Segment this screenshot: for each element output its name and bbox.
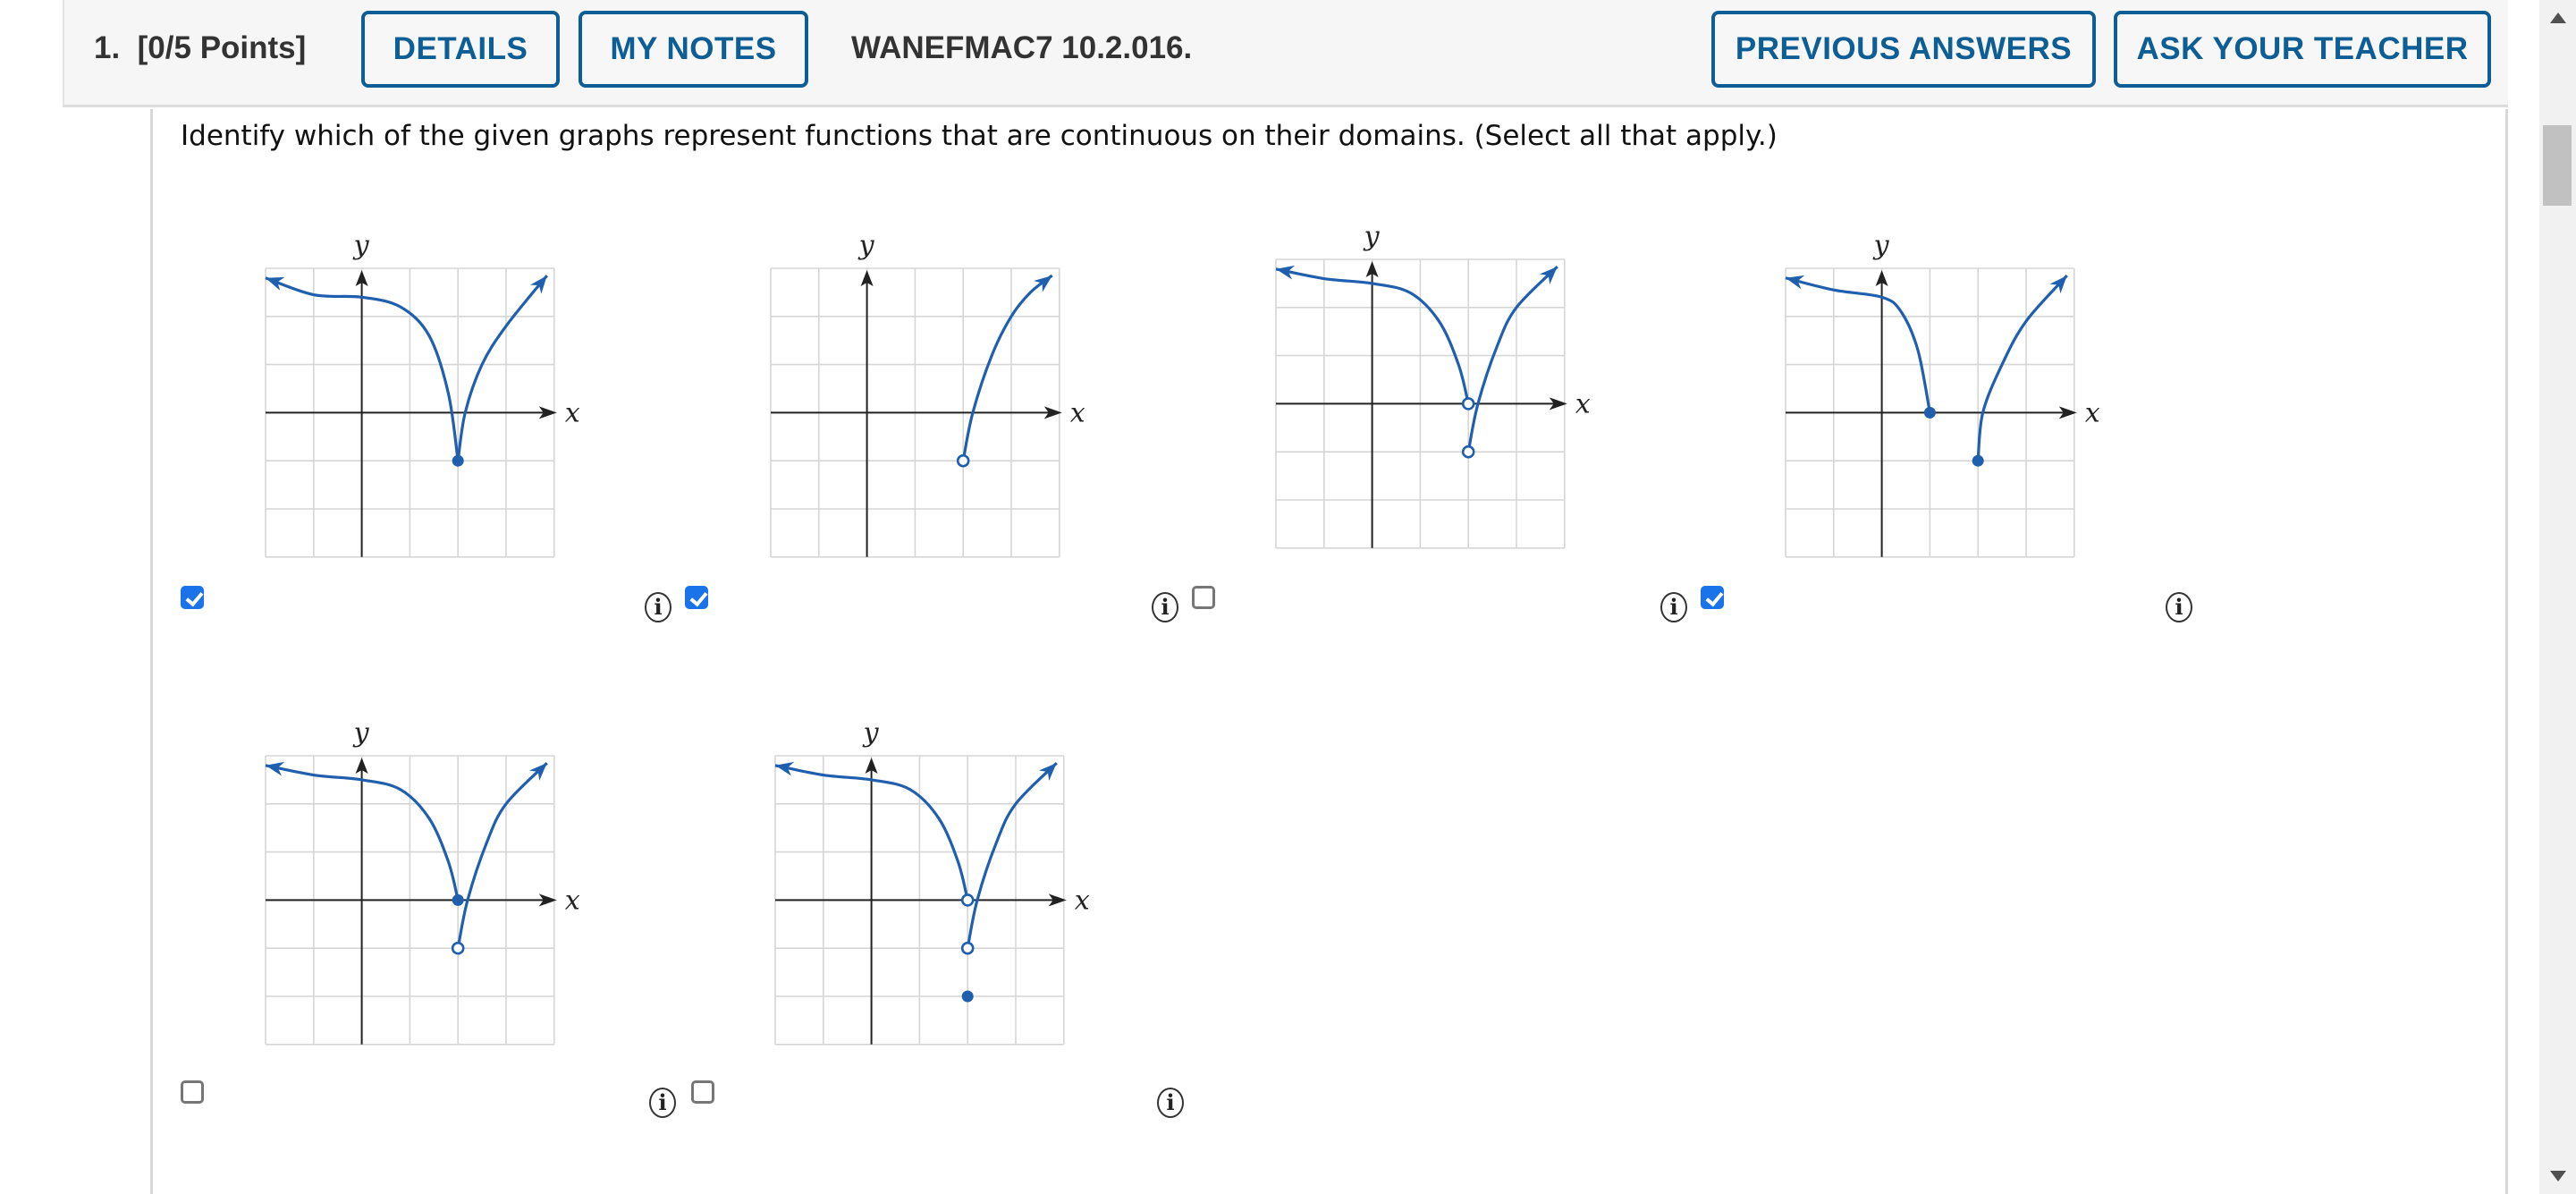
x-axis-label: x [2085, 397, 2100, 428]
open-point [1461, 445, 1475, 459]
details-button[interactable]: DETAILS [361, 11, 560, 88]
function-curve [1785, 276, 1931, 413]
graph-4: xy [1785, 230, 2100, 558]
graph-5: xy [265, 717, 580, 1046]
graph-6-checkbox[interactable] [691, 1080, 714, 1104]
graph-2: xy [770, 230, 1085, 558]
y-axis-label: y [857, 230, 875, 261]
open-point [956, 453, 970, 468]
graph-2-checkbox[interactable] [685, 586, 708, 609]
function-curve [456, 275, 548, 462]
function-curve [1466, 265, 1558, 453]
points-score: [0/5 Points] [137, 30, 307, 65]
x-axis-label: x [565, 885, 580, 916]
graph-4-checkbox[interactable] [1701, 586, 1724, 609]
problem-code: WANEFMAC7 10.2.016. [851, 30, 1193, 65]
open-point [960, 893, 975, 907]
open-point [960, 941, 975, 955]
graph-5-checkbox[interactable] [181, 1080, 204, 1104]
scrollbar-thumb[interactable] [2543, 125, 2572, 206]
question-header: 1. [0/5 Points] DETAILS MY NOTES WANEFMA… [63, 0, 2508, 107]
vertical-scrollbar[interactable] [2539, 0, 2576, 1194]
open-point [1461, 397, 1475, 411]
ask-your-teacher-button[interactable]: ASK YOUR TEACHER [2114, 11, 2491, 88]
my-notes-button[interactable]: MY NOTES [579, 11, 808, 88]
function-curve [456, 761, 548, 949]
x-axis-label: x [1070, 397, 1085, 428]
scroll-down-arrow-icon[interactable] [2550, 1171, 2566, 1181]
info-icon[interactable]: i [645, 592, 671, 622]
graph-1-checkbox[interactable] [181, 586, 204, 609]
info-icon[interactable]: i [1152, 592, 1178, 622]
y-axis-label: y [352, 717, 370, 749]
x-axis-label: x [565, 397, 580, 428]
y-axis-label: y [352, 230, 370, 261]
closed-point [452, 454, 464, 467]
info-icon[interactable]: i [2166, 592, 2192, 622]
y-axis-label: y [1872, 230, 1890, 261]
function-curve [966, 761, 1058, 949]
closed-point [961, 990, 974, 1003]
x-axis-label: x [1075, 885, 1090, 916]
info-icon[interactable]: i [1157, 1088, 1184, 1118]
graph-3-checkbox[interactable] [1192, 586, 1215, 609]
open-point [451, 941, 465, 955]
info-icon[interactable]: i [1660, 592, 1687, 622]
closed-point [1972, 454, 1984, 467]
y-axis-label: y [862, 717, 880, 749]
y-axis-label: y [1363, 221, 1381, 252]
question-text: Identify which of the given graphs repre… [181, 120, 1778, 152]
curve-arrow-icon [1034, 275, 1052, 292]
graph-1: xy [265, 230, 580, 558]
graph-3: xy [1275, 221, 1591, 549]
function-curve [1976, 275, 2068, 462]
question-number: 1. [94, 30, 121, 65]
closed-point [1923, 406, 1936, 419]
x-axis-label: x [1575, 388, 1591, 419]
info-icon[interactable]: i [649, 1088, 676, 1118]
closed-point [452, 893, 464, 906]
function-curve [961, 274, 1053, 462]
question-points: 1. [0/5 Points] [94, 30, 306, 66]
previous-answers-button[interactable]: PREVIOUS ANSWERS [1711, 11, 2096, 88]
graph-6: xy [774, 717, 1090, 1046]
scroll-up-arrow-icon[interactable] [2550, 13, 2566, 23]
